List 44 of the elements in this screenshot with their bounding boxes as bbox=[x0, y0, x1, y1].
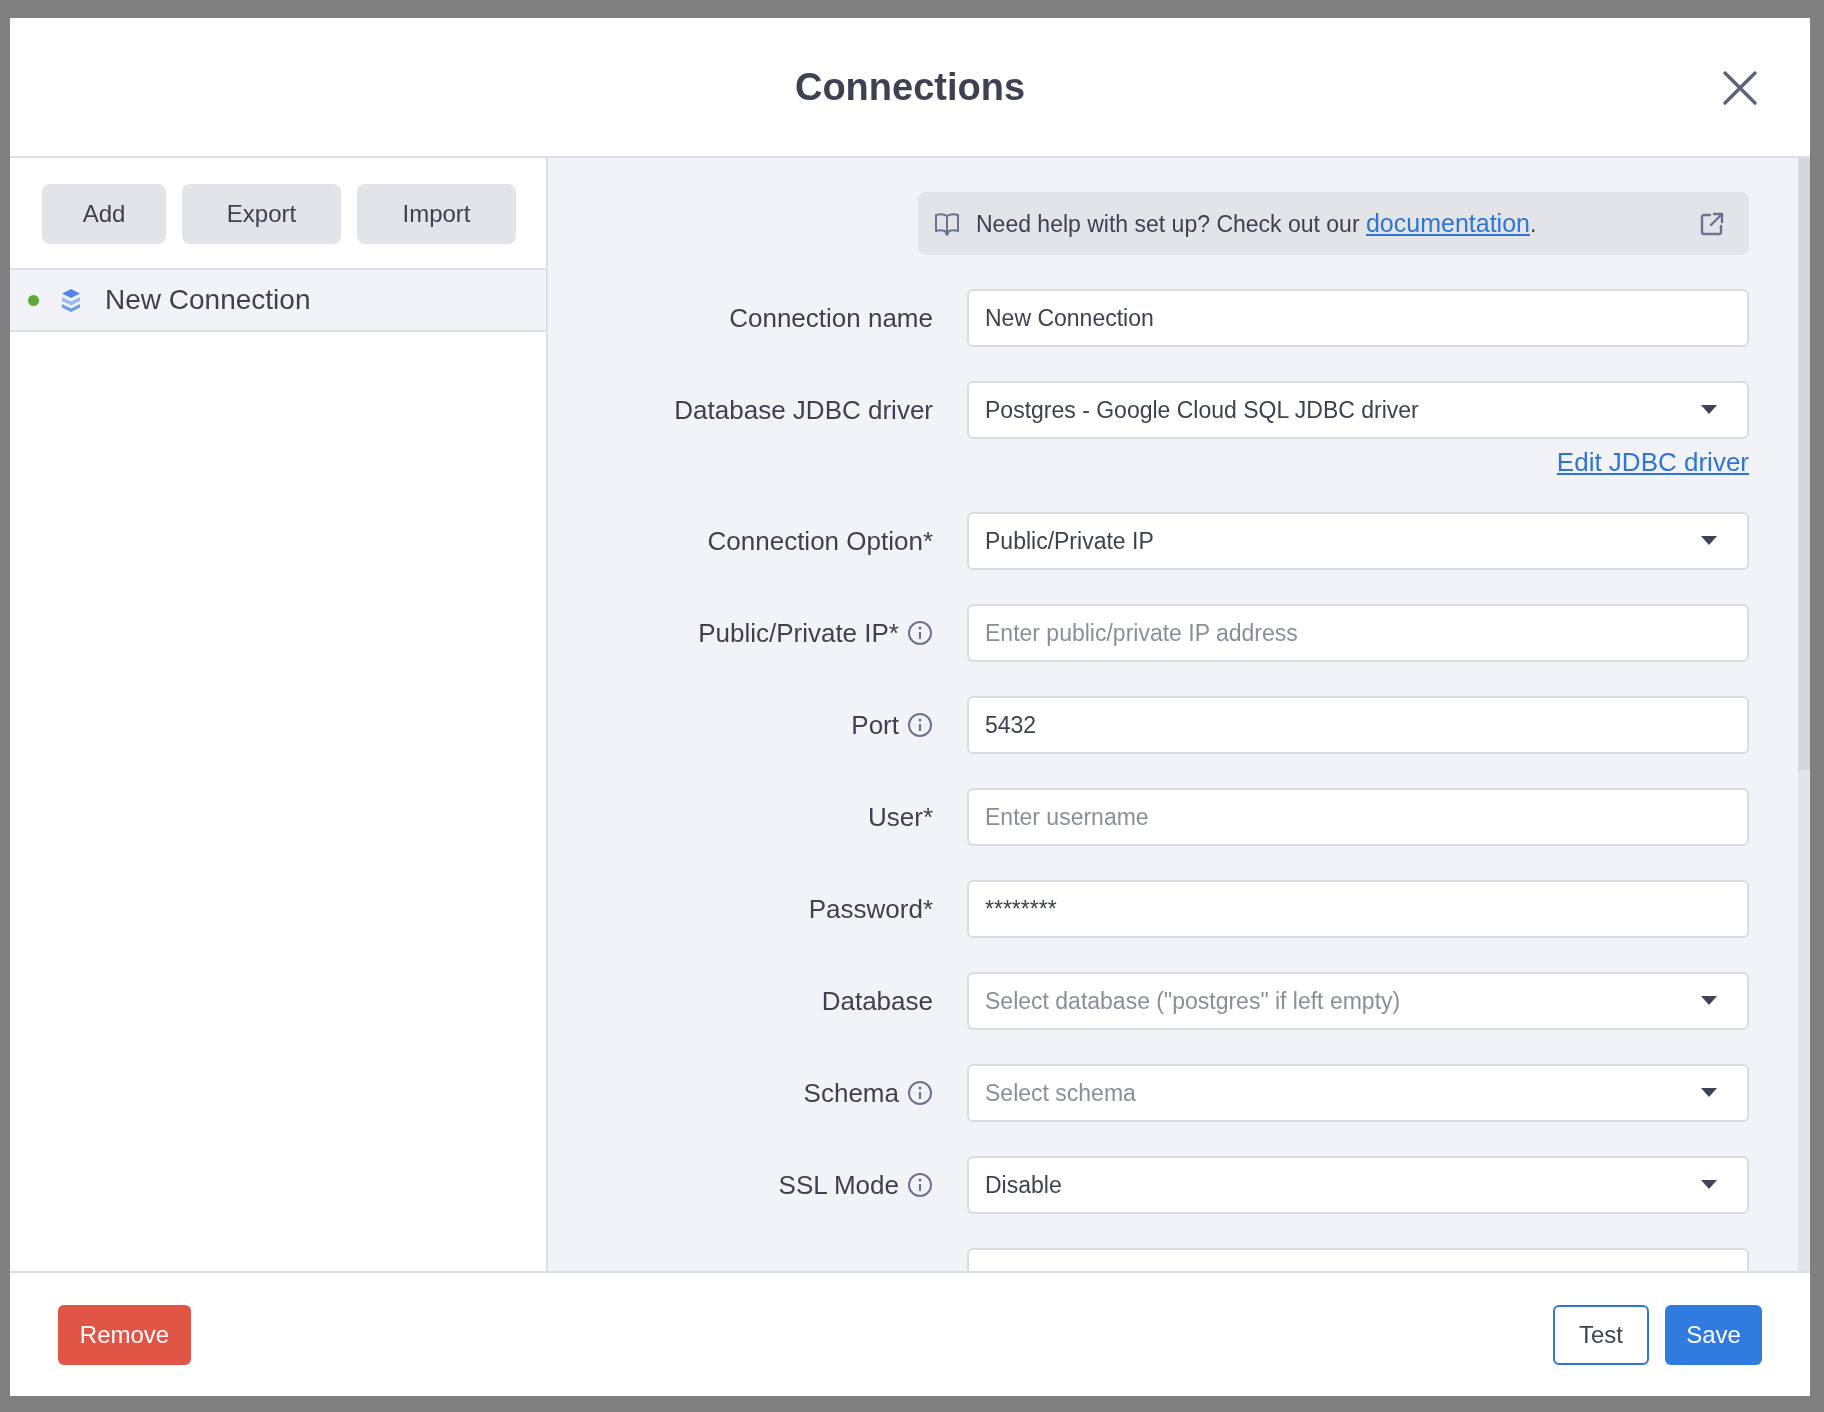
input-field[interactable]: Enter username bbox=[967, 788, 1749, 846]
caret-icon bbox=[1701, 1180, 1717, 1190]
field-label: Password* bbox=[808, 893, 933, 925]
field-label: Schema bbox=[803, 1077, 899, 1109]
select-field[interactable]: Disable bbox=[967, 1156, 1749, 1214]
caret-icon bbox=[1701, 1088, 1717, 1098]
field-label: User* bbox=[868, 801, 933, 833]
select-field[interactable]: Public/Private IP bbox=[967, 512, 1749, 570]
toolbar-button[interactable]: Import bbox=[357, 184, 516, 244]
input-field[interactable]: ******** bbox=[967, 880, 1749, 938]
field-label: Public/Private IP* bbox=[698, 617, 899, 649]
caret-icon bbox=[1701, 536, 1717, 546]
toolbar-button[interactable]: Add bbox=[42, 184, 166, 244]
field-label: Database bbox=[821, 985, 933, 1017]
test-button[interactable]: Test bbox=[1553, 1304, 1649, 1365]
connection-item[interactable]: New Connection bbox=[10, 270, 546, 332]
database-icon bbox=[61, 288, 81, 312]
field-label: Connection name bbox=[729, 302, 933, 334]
connection-name: New Connection bbox=[105, 284, 311, 316]
book-icon bbox=[934, 210, 960, 237]
field-label: Port bbox=[851, 709, 899, 741]
info-icon[interactable] bbox=[907, 712, 933, 738]
edit-driver-link[interactable]: Edit JDBC driver bbox=[1556, 447, 1749, 478]
input-field[interactable]: New Connection bbox=[967, 289, 1749, 347]
field-label: Database JDBC driver bbox=[674, 394, 933, 426]
field-label: Connection Option* bbox=[707, 525, 933, 557]
dialog-title: Connections bbox=[794, 65, 1026, 109]
input-field[interactable]: Enter public/private IP address bbox=[967, 604, 1749, 662]
close-icon[interactable] bbox=[1722, 70, 1758, 106]
documentation-link[interactable]: documentation bbox=[1365, 209, 1530, 237]
info-icon[interactable] bbox=[907, 620, 933, 646]
scrollbar-thumb[interactable] bbox=[1798, 158, 1810, 770]
remove-button[interactable]: Remove bbox=[58, 1304, 191, 1365]
caret-icon bbox=[1701, 996, 1717, 1006]
toolbar-button[interactable]: Export bbox=[182, 184, 341, 244]
help-text: Need help with set up? Check out our documentation. bbox=[976, 209, 1538, 238]
caret-icon bbox=[1701, 405, 1717, 415]
select-field[interactable]: Postgres - Google Cloud SQL JDBC driver bbox=[967, 381, 1749, 439]
external-link-icon[interactable] bbox=[1699, 210, 1725, 237]
save-button[interactable]: Save bbox=[1665, 1304, 1762, 1365]
info-icon[interactable] bbox=[907, 1080, 933, 1106]
input-field[interactable]: 5432 bbox=[967, 696, 1749, 754]
info-icon[interactable] bbox=[907, 1172, 933, 1198]
field-label: SSL Mode bbox=[778, 1169, 899, 1201]
